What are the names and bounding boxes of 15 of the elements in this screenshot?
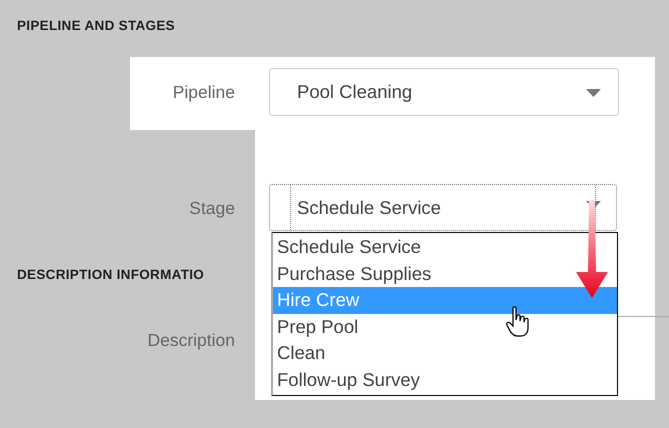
caret-icon [586, 89, 601, 97]
field-label: Stage [188, 198, 235, 218]
dropdown-option[interactable]: Follow-up Survey [273, 366, 617, 393]
field-label: Description [146, 330, 235, 350]
hand-cursor-icon [506, 306, 530, 338]
stage-select[interactable]: Schedule Service [269, 184, 617, 231]
pipeline-select[interactable]: Pool Cleaning [269, 68, 619, 116]
section-heading: PIPELINE AND STAGES [17, 17, 175, 35]
section-heading: DESCRIPTION INFORMATIO [17, 266, 204, 284]
field-label: Pipeline [172, 82, 235, 102]
dropdown-option[interactable]: Schedule Service [273, 234, 617, 260]
dropdown-option[interactable]: Clean [273, 340, 617, 366]
dropdown-option[interactable]: Purchase Supplies [273, 260, 617, 287]
arrow-icon [576, 200, 608, 298]
dropdown-option[interactable]: Prep Pool [273, 314, 617, 340]
